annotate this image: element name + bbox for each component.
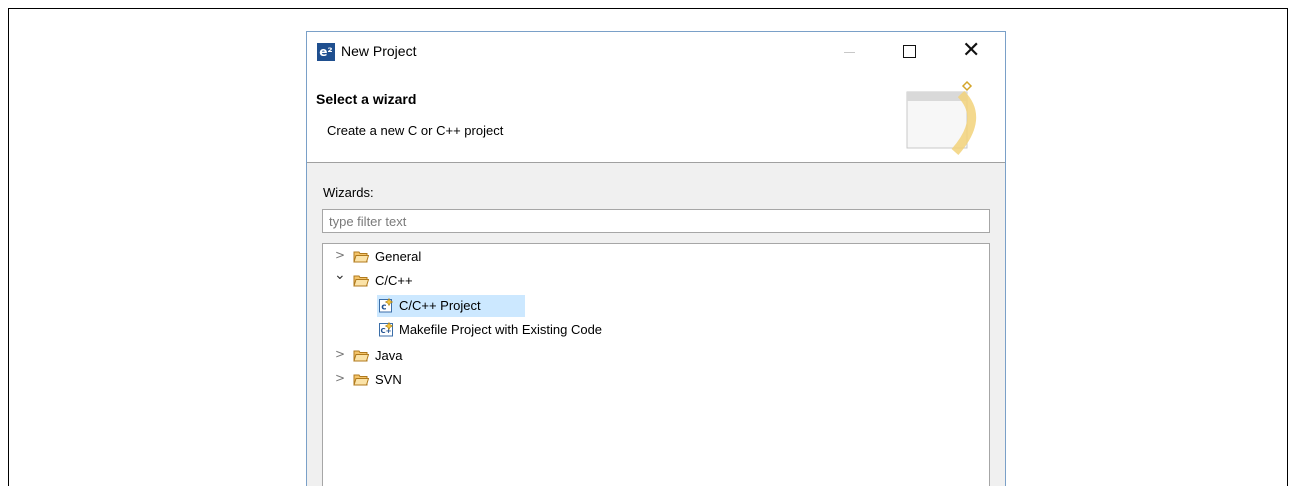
tree-item-c-cpp[interactable]: ⌄ C/C++ [323,267,989,292]
wizards-label: Wizards: [323,185,374,200]
maximize-button[interactable] [885,32,931,72]
banner-title: Select a wizard [316,91,417,107]
makefile-project-icon: C+ [379,322,394,337]
app-logo-icon: e² [317,43,335,61]
banner-description: Create a new C or C++ project [327,123,504,138]
tree-item-c-cpp-project[interactable]: c C/C++ Project [377,295,525,317]
folder-icon [353,374,369,386]
wizard-body: Wizards: > General ⌄ C/C++ c C/C++ Proje… [307,163,1005,486]
close-button[interactable]: ✕ [947,32,993,72]
new-project-dialog: e² New Project ✕ Select a wizard Create … [306,31,1006,486]
tree-item-makefile-project[interactable]: C+ Makefile Project with Existing Code [377,319,697,341]
folder-icon [353,275,369,287]
close-icon: ✕ [962,38,981,63]
chevron-down-icon[interactable]: ⌄ [334,267,346,283]
chevron-right-icon[interactable]: > [335,347,347,361]
tree-item-label: SVN [375,372,402,387]
wizard-banner-icon [906,80,977,155]
tree-item-java[interactable]: > Java [323,345,989,367]
c-project-icon: c [379,298,394,313]
tree-item-label: C/C++ [375,273,413,288]
filter-input[interactable] [322,209,990,233]
title-bar: e² New Project ✕ [307,32,1005,72]
minimize-button[interactable] [827,32,873,72]
tree-item-label: Java [375,348,403,363]
folder-icon [353,251,369,263]
tree-item-general[interactable]: > General [323,246,989,268]
tree-item-label: C/C++ Project [399,298,481,313]
tree-item-label: General [375,249,422,264]
app-logo-text: e² [319,45,333,59]
chevron-right-icon[interactable]: > [335,248,347,262]
folder-icon [353,350,369,362]
wizard-banner: Select a wizard Create a new C or C++ pr… [307,72,1005,163]
window-title: New Project [341,43,417,59]
tree-item-label: Makefile Project with Existing Code [399,322,603,337]
chevron-right-icon[interactable]: > [335,371,347,385]
tree-item-svn[interactable]: > SVN [323,369,989,391]
wizard-tree[interactable]: > General ⌄ C/C++ c C/C++ Project C+ Mak… [322,243,990,486]
svg-text:c: c [381,303,386,313]
